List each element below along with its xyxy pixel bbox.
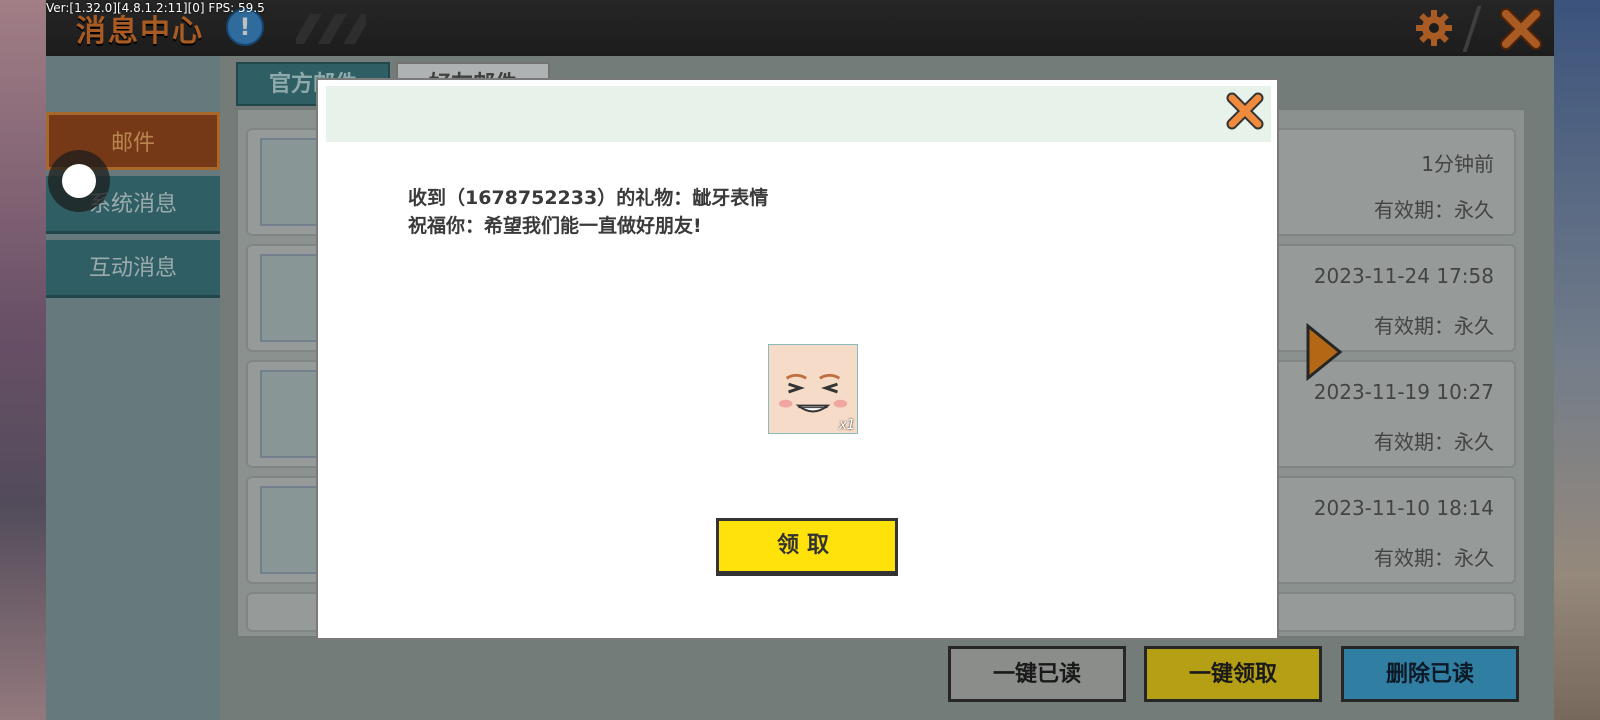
debug-version-text: Ver:[1.32.0][4.8.1.2:11][0] FPS: 59.5 xyxy=(46,1,265,15)
virtual-joystick[interactable] xyxy=(48,150,110,212)
gift-message-line1: 收到（1678752233）的礼物：龇牙表情 xyxy=(408,187,769,209)
gift-count: x1 xyxy=(839,418,855,433)
gift-message: 收到（1678752233）的礼物：龇牙表情 祝福你：希望我们能一直做好朋友! xyxy=(408,184,768,240)
modal-close-icon[interactable] xyxy=(1224,90,1266,132)
gift-item-grin-emoji: x1 xyxy=(768,344,858,434)
gift-message-line2: 祝福你：希望我们能一直做好朋友! xyxy=(408,215,702,237)
modal-header xyxy=(326,86,1271,142)
claim-button[interactable]: 领取 xyxy=(716,518,898,576)
gift-modal: 收到（1678752233）的礼物：龇牙表情 祝福你：希望我们能一直做好朋友! … xyxy=(316,78,1279,640)
